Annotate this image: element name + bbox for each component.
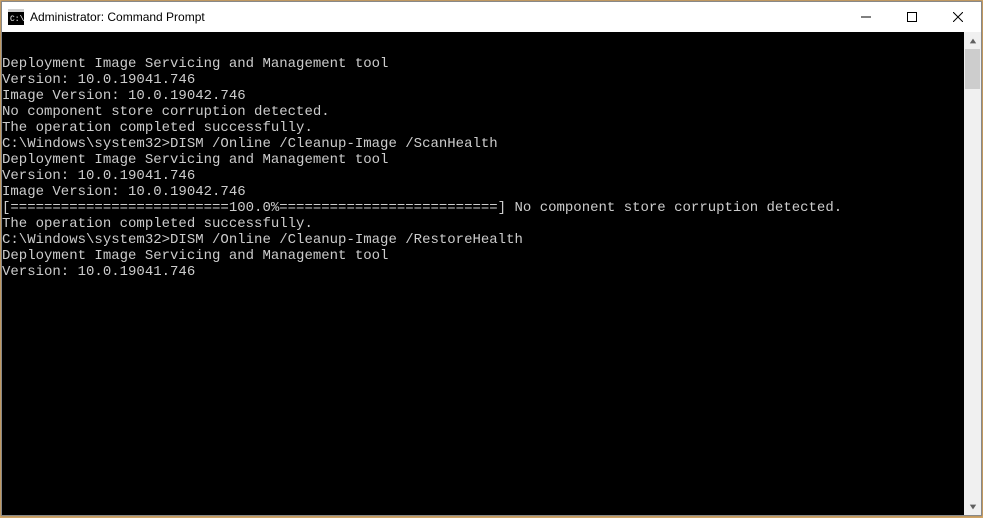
close-button[interactable] [935,2,981,32]
terminal-line: The operation completed successfully. [2,216,964,232]
terminal-line: [==========================100.0%=======… [2,200,964,216]
scroll-up-button[interactable] [964,32,981,49]
terminal-line: C:\Windows\system32>DISM /Online /Cleanu… [2,136,964,152]
scroll-track[interactable] [964,49,981,498]
scroll-down-button[interactable] [964,498,981,515]
terminal-line: Version: 10.0.19041.746 [2,72,964,88]
vertical-scrollbar[interactable] [964,32,981,515]
terminal-line: Version: 10.0.19041.746 [2,264,964,280]
cmd-icon: C:\ [8,9,24,25]
content-area: Deployment Image Servicing and Managemen… [2,32,981,515]
window-title: Administrator: Command Prompt [30,10,843,24]
terminal-line: No component store corruption detected. [2,104,964,120]
terminal-line: Image Version: 10.0.19042.746 [2,88,964,104]
terminal-line: Deployment Image Servicing and Managemen… [2,248,964,264]
minimize-button[interactable] [843,2,889,32]
window-controls [843,2,981,32]
svg-text:C:\: C:\ [10,15,24,24]
terminal-line: Image Version: 10.0.19042.746 [2,184,964,200]
maximize-button[interactable] [889,2,935,32]
terminal-line: Version: 10.0.19041.746 [2,168,964,184]
terminal-line: The operation completed successfully. [2,120,964,136]
titlebar[interactable]: C:\ Administrator: Command Prompt [2,2,981,32]
terminal-line: Deployment Image Servicing and Managemen… [2,56,964,72]
scroll-thumb[interactable] [965,49,980,89]
window: C:\ Administrator: Command Prompt Deploy… [1,1,982,516]
terminal-output[interactable]: Deployment Image Servicing and Managemen… [2,32,964,515]
terminal-line: C:\Windows\system32>DISM /Online /Cleanu… [2,232,964,248]
terminal-line: Deployment Image Servicing and Managemen… [2,152,964,168]
